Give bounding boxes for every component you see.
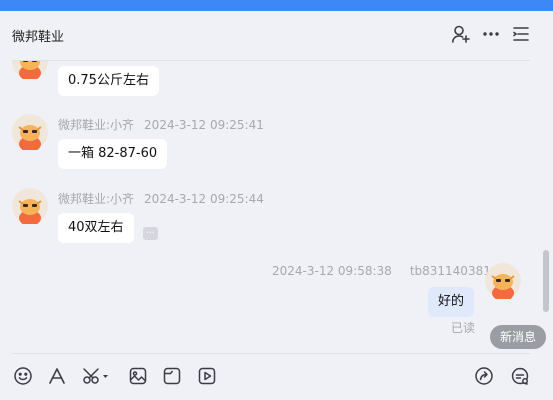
video-icon[interactable] (197, 366, 217, 386)
message-bubble[interactable]: 40双左右 (58, 213, 134, 243)
window-top-bar (0, 0, 553, 11)
message-bubble[interactable]: 好的 (428, 287, 475, 317)
new-message-button[interactable]: 新消息 (490, 325, 546, 349)
list-menu-icon[interactable] (511, 24, 531, 44)
avatar[interactable] (12, 114, 48, 150)
sender-name: 微邦鞋业:小齐 (58, 118, 135, 132)
chat-title: 微邦鞋业 (12, 30, 65, 45)
timestamp: 2024-3-12 09:25:41 (144, 118, 264, 132)
message-more-tag[interactable]: ... (143, 227, 158, 240)
message-meta: 微邦鞋业:小齐 2024-3-12 09:25:41 (58, 116, 264, 133)
image-icon[interactable] (128, 366, 148, 386)
message-list[interactable]: 0.75公斤左右 微邦鞋业:小齐 2024-3-12 09:25:41 一箱 82… (0, 61, 553, 353)
sender-name: tb831140381 (409, 264, 491, 278)
avatar[interactable] (12, 61, 48, 79)
message-meta: 2024-3-12 09:58:38 tb831140381 (272, 264, 491, 278)
avatar[interactable] (12, 188, 48, 224)
scrollbar[interactable] (543, 250, 549, 312)
message-bubble[interactable]: 0.75公斤左右 (58, 66, 159, 96)
timestamp: 2024-3-12 09:58:38 (272, 264, 392, 278)
emoji-icon[interactable] (13, 366, 33, 386)
more-icon[interactable] (481, 24, 501, 44)
message-meta: 微邦鞋业:小齐 2024-3-12 09:25:44 (58, 190, 264, 207)
chat-settings-icon[interactable] (510, 366, 530, 386)
scissors-icon[interactable] (82, 366, 112, 386)
timestamp: 2024-3-12 09:25:44 (144, 192, 264, 206)
font-icon[interactable] (47, 366, 67, 386)
input-divider (12, 353, 530, 354)
file-icon[interactable] (162, 366, 182, 386)
sender-name: 微邦鞋业:小齐 (58, 192, 135, 206)
add-person-icon[interactable] (451, 24, 471, 44)
avatar[interactable] (485, 263, 521, 299)
message-bubble[interactable]: 一箱 82-87-60 (58, 139, 168, 169)
share-icon[interactable] (474, 366, 494, 386)
read-status: 已读 (451, 321, 476, 335)
